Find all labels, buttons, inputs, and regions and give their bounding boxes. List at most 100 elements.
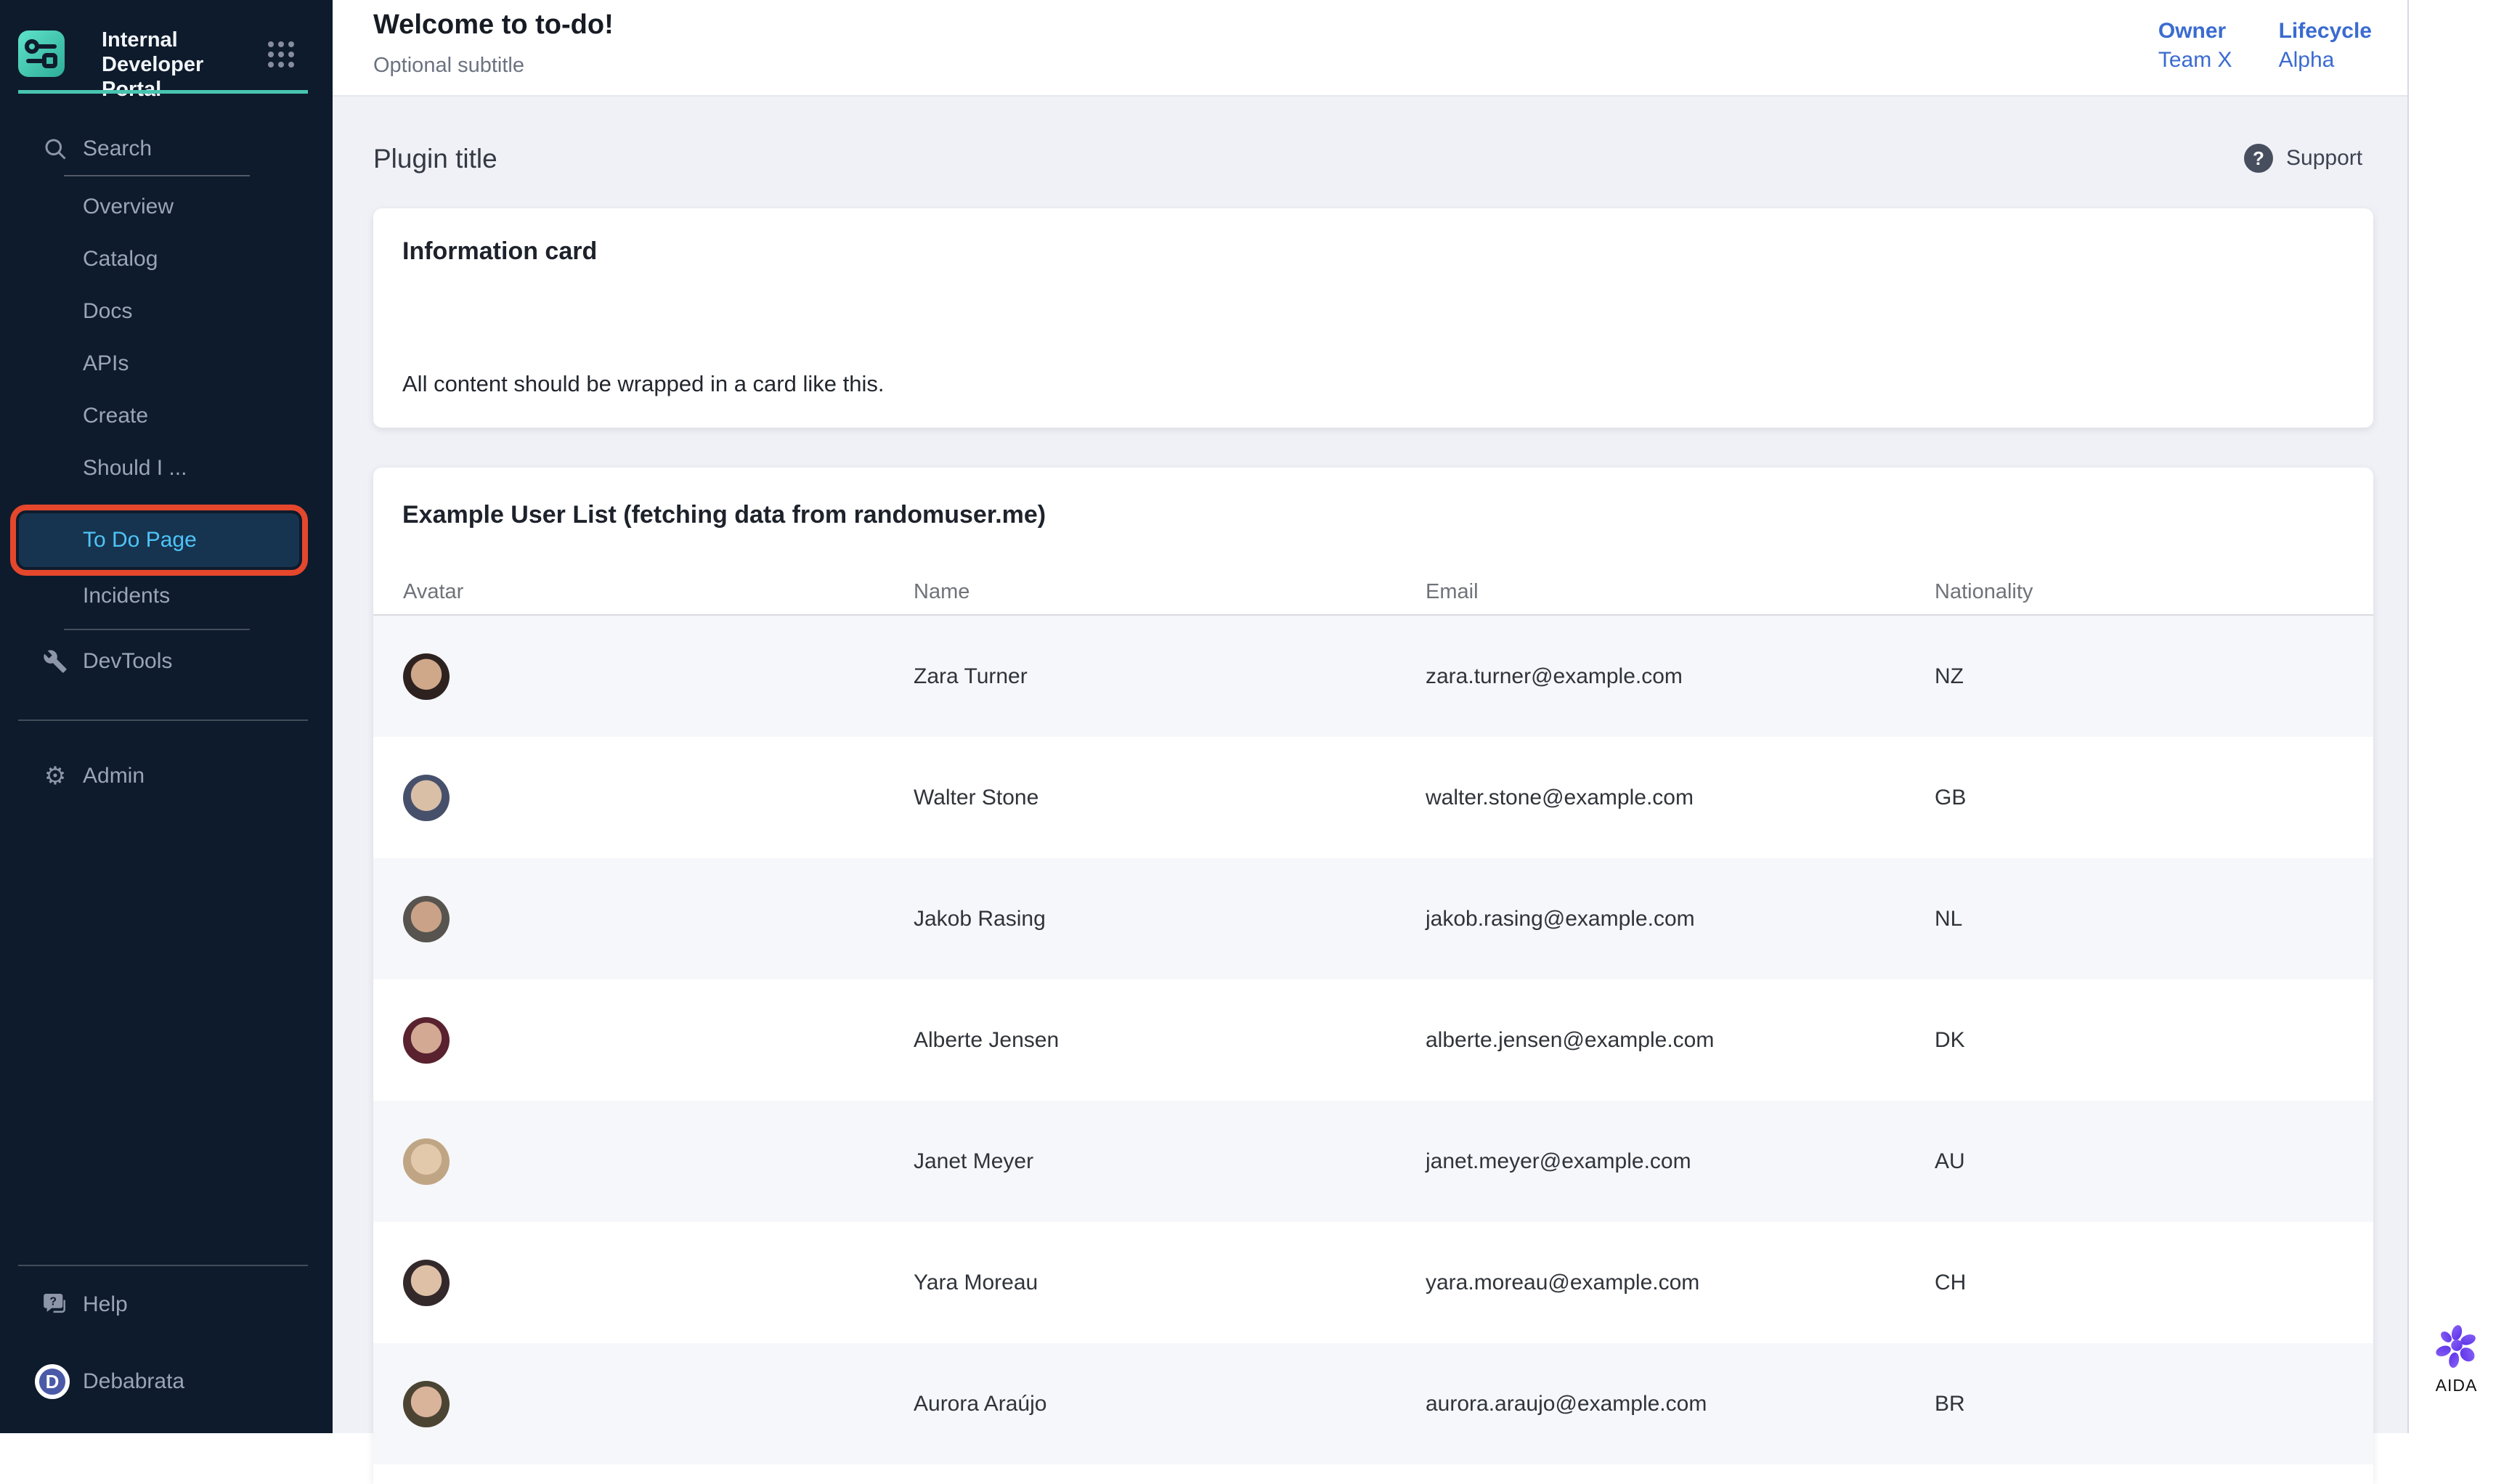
cell-email: zara.turner@example.com (1426, 664, 1935, 689)
table-header: Avatar Name Email Nationality (373, 569, 2373, 616)
cell-name: Walter Stone (914, 786, 1426, 810)
sidebar-item-label: Should I ... (83, 456, 187, 481)
sidebar-user[interactable]: D Debabrata (0, 1355, 333, 1408)
avatar (403, 775, 450, 821)
cell-name: Yara Moreau (914, 1271, 1426, 1295)
cell-name: Aurora Araújo (914, 1392, 1426, 1416)
sidebar-item-help[interactable]: ? Help (0, 1279, 333, 1331)
cell-email: aurora.araujo@example.com (1426, 1392, 1935, 1416)
divider (64, 629, 250, 630)
app-logo-icon[interactable] (18, 30, 65, 77)
sidebar-nav: Overview Catalog Docs APIs Create Should… (0, 181, 333, 622)
search-icon (41, 134, 70, 163)
page-header-title: Welcome to to-do! (373, 9, 614, 41)
support-button[interactable]: ? Support (2244, 144, 2362, 173)
meta-lifecycle-label: Lifecycle (2279, 19, 2372, 44)
avatar (403, 1381, 450, 1427)
table-row: Alberte Jensen alberte.jensen@example.co… (373, 979, 2373, 1101)
question-mark-icon: ? (2244, 144, 2273, 173)
user-list-card: Example User List (fetching data from ra… (373, 468, 2373, 1484)
sidebar-item-docs[interactable]: Docs (0, 285, 333, 338)
meta-owner: Owner Team X (2158, 19, 2232, 73)
sidebar-item-incidents[interactable]: Incidents (0, 570, 333, 622)
right-rail: AIDA (2409, 0, 2504, 1433)
table-row: Zara Turner zara.turner@example.com NZ (373, 616, 2373, 737)
cell-email: yara.moreau@example.com (1426, 1271, 1935, 1295)
sidebar-item-to-do-page[interactable]: To Do Page (19, 513, 299, 567)
information-card-title: Information card (402, 237, 597, 266)
meta-lifecycle: Lifecycle Alpha (2279, 19, 2372, 73)
sidebar-item-label: Incidents (83, 584, 170, 608)
sidebar-search[interactable]: Search (0, 132, 333, 166)
sidebar-item-catalog[interactable]: Catalog (0, 233, 333, 285)
app-grid-icon[interactable] (267, 41, 295, 68)
cell-name: Janet Meyer (914, 1149, 1426, 1174)
divider (64, 175, 250, 176)
cell-email: jakob.rasing@example.com (1426, 907, 1935, 931)
sidebar-item-admin[interactable]: ⚙ Admin (0, 750, 333, 802)
cell-email: walter.stone@example.com (1426, 786, 1935, 810)
cell-name: Jakob Rasing (914, 907, 1426, 931)
sidebar-item-should-i[interactable]: Should I ... (0, 442, 333, 494)
user-name: Debabrata (83, 1369, 184, 1394)
sliders-icon (18, 30, 65, 77)
sidebar-item-overview[interactable]: Overview (0, 181, 333, 233)
meta-lifecycle-link[interactable]: Alpha (2279, 48, 2372, 73)
table-row: Walter Stone walter.stone@example.com GB (373, 737, 2373, 858)
cell-nationality: CH (1935, 1271, 2373, 1295)
table-row: Janet Meyer janet.meyer@example.com AU (373, 1101, 2373, 1222)
avatar (403, 1138, 450, 1185)
sidebar-item-devtools[interactable]: DevTools (0, 635, 333, 688)
cell-nationality: DK (1935, 1028, 2373, 1053)
sidebar: Internal Developer Portal Search Overvie… (0, 0, 333, 1433)
avatar (403, 653, 450, 700)
gear-icon: ⚙ (41, 762, 70, 791)
table-body: Zara Turner zara.turner@example.com NZ W… (373, 616, 2373, 1464)
main-content: Welcome to to-do! Optional subtitle Owne… (333, 0, 2409, 1433)
sidebar-search-label: Search (83, 136, 152, 161)
plugin-title: Plugin title (373, 144, 497, 174)
cell-nationality: GB (1935, 786, 2373, 810)
meta-owner-label: Owner (2158, 19, 2232, 44)
page-header: Welcome to to-do! Optional subtitle Owne… (333, 0, 2407, 97)
avatar (403, 1017, 450, 1064)
cell-name: Alberte Jensen (914, 1028, 1426, 1053)
brand-accent-rule (18, 90, 308, 94)
aida-flower-icon (2434, 1324, 2479, 1369)
divider (18, 1265, 308, 1266)
support-label: Support (2286, 146, 2362, 171)
svg-text:?: ? (49, 1296, 57, 1308)
table-row: Yara Moreau yara.moreau@example.com CH (373, 1222, 2373, 1343)
sidebar-item-label: DevTools (83, 649, 172, 674)
table-row: Aurora Araújo aurora.araujo@example.com … (373, 1343, 2373, 1464)
sidebar-item-label: APIs (83, 351, 129, 376)
user-list-title: Example User List (fetching data from ra… (402, 501, 1046, 529)
cell-nationality: NL (1935, 907, 2373, 931)
entity-meta: Owner Team X Lifecycle Alpha (2158, 19, 2372, 73)
information-card-body: All content should be wrapped in a card … (402, 371, 884, 397)
avatar (403, 1260, 450, 1306)
sidebar-item-apis[interactable]: APIs (0, 338, 333, 390)
aida-badge: AIDA (2434, 1324, 2479, 1395)
aida-label: AIDA (2434, 1376, 2479, 1395)
cell-email: janet.meyer@example.com (1426, 1149, 1935, 1174)
sidebar-item-label: To Do Page (83, 528, 197, 553)
cell-name: Zara Turner (914, 664, 1426, 689)
sidebar-item-label: Admin (83, 764, 145, 788)
information-card: Information card All content should be w… (373, 208, 2373, 428)
cell-nationality: NZ (1935, 664, 2373, 689)
sidebar-item-label: Docs (83, 299, 132, 324)
sidebar-item-label: Create (83, 404, 148, 428)
column-header-avatar: Avatar (403, 580, 914, 604)
column-header-name: Name (914, 580, 1426, 604)
help-chat-icon: ? (41, 1290, 70, 1319)
column-header-nationality: Nationality (1935, 580, 2373, 604)
sidebar-item-label: Help (83, 1292, 128, 1317)
wrench-icon (41, 647, 70, 676)
cell-nationality: AU (1935, 1149, 2373, 1174)
avatar (403, 896, 450, 942)
sidebar-item-label: Overview (83, 195, 174, 219)
sidebar-item-create[interactable]: Create (0, 390, 333, 442)
meta-owner-link[interactable]: Team X (2158, 48, 2232, 73)
cell-nationality: BR (1935, 1392, 2373, 1416)
